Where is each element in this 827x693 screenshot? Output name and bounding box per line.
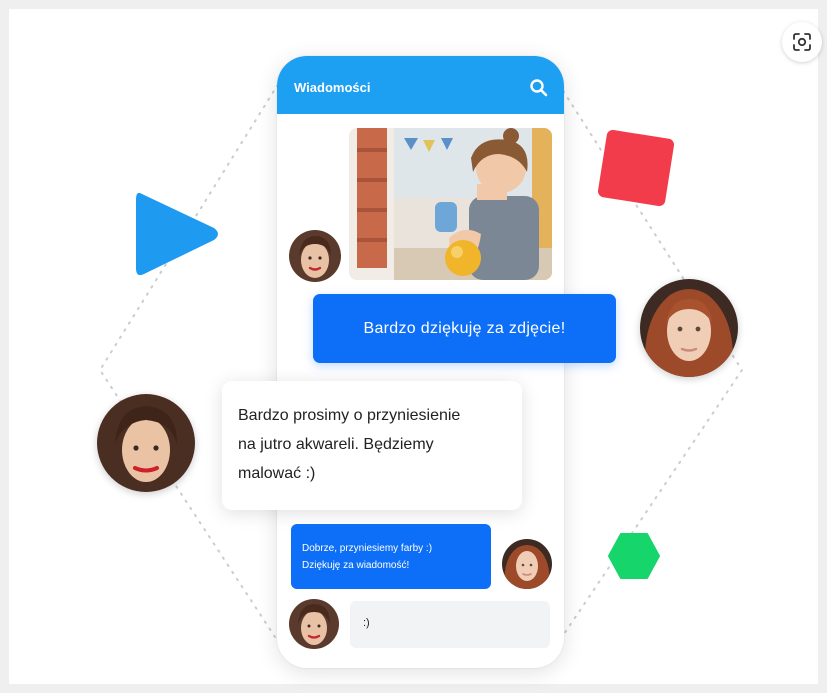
play-triangle-icon: [136, 192, 218, 276]
teacher-large-avatar-image: [97, 394, 195, 492]
message-outgoing-small[interactable]: Dobrze, przyniesiemy farby :) Dziękuję z…: [291, 524, 491, 589]
page-title: Wiadomości: [294, 80, 371, 95]
chat-photo[interactable]: [349, 128, 552, 280]
message-text: Bardzo prosimy o przyniesienie na jutro …: [238, 407, 461, 482]
red-square-shape: [597, 129, 675, 207]
message-text: Dobrze, przyniesiemy farby :) Dziękuję z…: [302, 543, 433, 571]
avatar-parent[interactable]: [640, 279, 738, 377]
teacher-small-avatar-image: [289, 599, 339, 649]
lens-button[interactable]: [782, 22, 822, 62]
avatar-teacher[interactable]: [289, 230, 341, 282]
message-text: Bardzo dziękuję za zdjęcie!: [363, 319, 566, 337]
message-outgoing[interactable]: Bardzo dziękuję za zdjęcie!: [313, 294, 616, 363]
avatar-parent-small[interactable]: [502, 539, 552, 589]
teacher-avatar-image: [289, 230, 341, 282]
avatar-teacher-small[interactable]: [289, 599, 339, 649]
search-icon[interactable]: [529, 78, 549, 98]
message-incoming-small[interactable]: :): [350, 601, 550, 648]
phone-header: Wiadomości: [277, 56, 564, 114]
parent-small-avatar-image: [502, 539, 552, 589]
child-photo-image: [349, 128, 552, 280]
green-hexagon-shape: [608, 533, 660, 579]
message-text: :): [363, 617, 370, 629]
lens-scan-icon: [793, 33, 811, 51]
message-incoming[interactable]: Bardzo prosimy o przyniesienie na jutro …: [222, 381, 522, 510]
avatar-teacher-large[interactable]: [97, 394, 195, 492]
parent-avatar-image: [640, 279, 738, 377]
